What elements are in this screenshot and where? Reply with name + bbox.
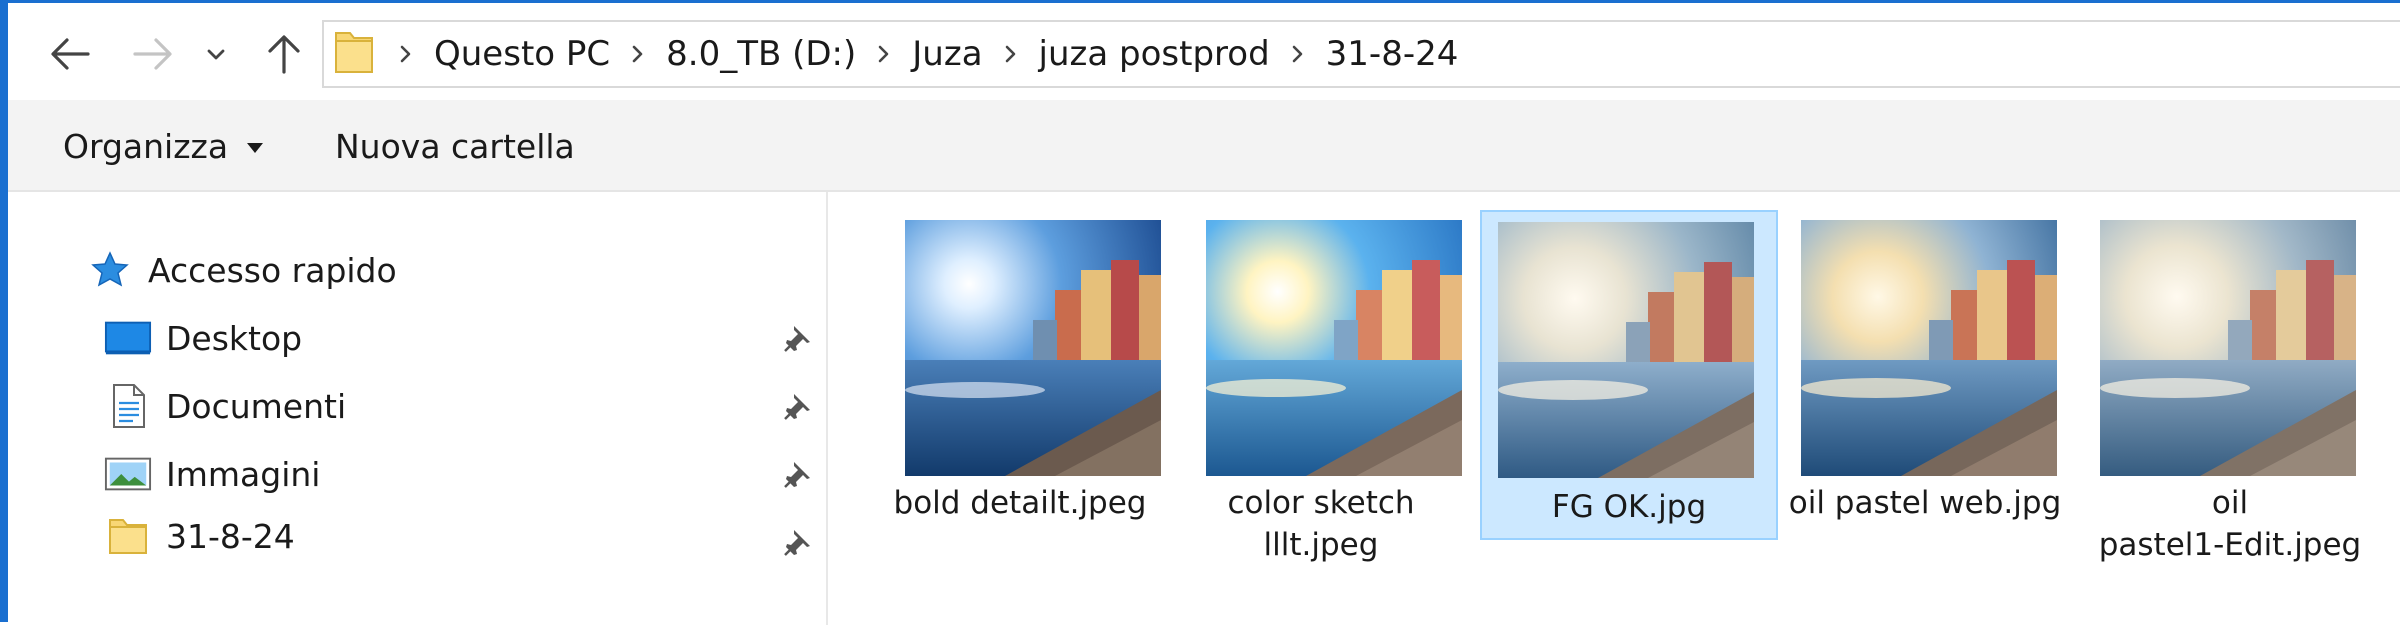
pictures-icon [104, 450, 152, 498]
folder-label: 31-8-24 [166, 516, 295, 556]
folder-icon [104, 512, 152, 560]
file-tile-fg-ok[interactable]: FG OK.jpg [1480, 210, 1778, 540]
breadcrumb-separator-icon[interactable] [991, 44, 1031, 64]
breadcrumb-questo-pc[interactable]: Questo PC [426, 34, 618, 74]
nav-item-folder-31-8-24[interactable]: 31-8-24 [104, 506, 295, 566]
organize-label: Organizza [63, 126, 229, 166]
image-thumbnail [905, 220, 1161, 476]
file-tile-oil-pastel1-edit[interactable]: oil pastel1-Edit.jpeg [2080, 212, 2380, 563]
documents-icon [104, 382, 152, 430]
image-thumbnail [2100, 220, 2356, 476]
breadcrumb-separator-icon[interactable] [1278, 44, 1318, 64]
pin-icon[interactable] [778, 318, 818, 358]
breadcrumb-separator-icon[interactable] [864, 44, 904, 64]
new-folder-button[interactable]: Nuova cartella [335, 100, 575, 192]
file-name: oil pastel1-Edit.jpeg [2098, 485, 2362, 563]
navigation-pane: Accesso rapido Desktop Documenti Immagin… [8, 192, 828, 625]
desktop-label: Desktop [166, 318, 303, 358]
explorer-window: Questo PC 8.0_TB (D:) Juza juza postprod… [0, 0, 2400, 625]
pin-icon[interactable] [778, 522, 818, 562]
file-view: bold detailt.jpeg color sketch lllt.jpeg… [830, 192, 2400, 625]
pin-icon[interactable] [778, 386, 818, 426]
command-bar: Organizza Nuova cartella [8, 100, 2400, 192]
file-tile-color-sketch[interactable]: color sketch lllt.jpeg [1176, 212, 1466, 563]
file-name: oil pastel web.jpg [1788, 485, 2062, 521]
breadcrumb-juza[interactable]: Juza [904, 34, 990, 74]
breadcrumb-current-folder[interactable]: 31-8-24 [1318, 34, 1467, 74]
desktop-icon [104, 314, 152, 362]
back-button[interactable] [40, 19, 100, 89]
file-name: color sketch lllt.jpeg [1227, 485, 1415, 563]
caret-down-icon [247, 143, 264, 153]
up-arrow-icon [268, 35, 300, 74]
nav-item-desktop[interactable]: Desktop [104, 308, 302, 368]
nav-item-pictures[interactable]: Immagini [104, 444, 320, 504]
breadcrumb-juza-postprod[interactable]: juza postprod [1031, 34, 1278, 74]
pin-icon[interactable] [778, 454, 818, 494]
image-thumbnail [1498, 222, 1754, 478]
forward-arrow-icon [133, 38, 172, 70]
quick-access-label: Accesso rapido [148, 250, 397, 290]
star-icon [86, 246, 134, 294]
breadcrumb-separator-icon[interactable] [618, 44, 658, 64]
nav-item-quick-access[interactable]: Accesso rapido [86, 240, 397, 300]
up-button[interactable] [254, 19, 314, 89]
breadcrumb-drive[interactable]: 8.0_TB (D:) [658, 34, 864, 74]
chevron-down-icon [207, 49, 225, 60]
forward-button[interactable] [123, 19, 183, 89]
file-tile-bold-detailt[interactable]: bold detailt.jpeg [875, 212, 1165, 548]
folder-icon [334, 29, 374, 79]
address-bar[interactable]: Questo PC 8.0_TB (D:) Juza juza postprod… [322, 20, 2400, 88]
new-folder-label: Nuova cartella [335, 126, 575, 166]
file-name: FG OK.jpg [1551, 489, 1707, 525]
image-thumbnail [1206, 220, 1462, 476]
pictures-label: Immagini [166, 454, 321, 494]
breadcrumb-separator-icon [386, 44, 426, 64]
nav-item-documents[interactable]: Documenti [104, 376, 346, 436]
file-tile-oil-pastel-web[interactable]: oil pastel web.jpg [1775, 212, 2075, 548]
organize-button[interactable]: Organizza [63, 100, 264, 192]
back-arrow-icon [51, 38, 90, 70]
file-name: bold detailt.jpeg [893, 485, 1147, 521]
navigation-bar: Questo PC 8.0_TB (D:) Juza juza postprod… [8, 3, 2400, 100]
documents-label: Documenti [166, 386, 347, 426]
recent-locations-button[interactable] [196, 19, 236, 89]
image-thumbnail [1801, 220, 2057, 476]
